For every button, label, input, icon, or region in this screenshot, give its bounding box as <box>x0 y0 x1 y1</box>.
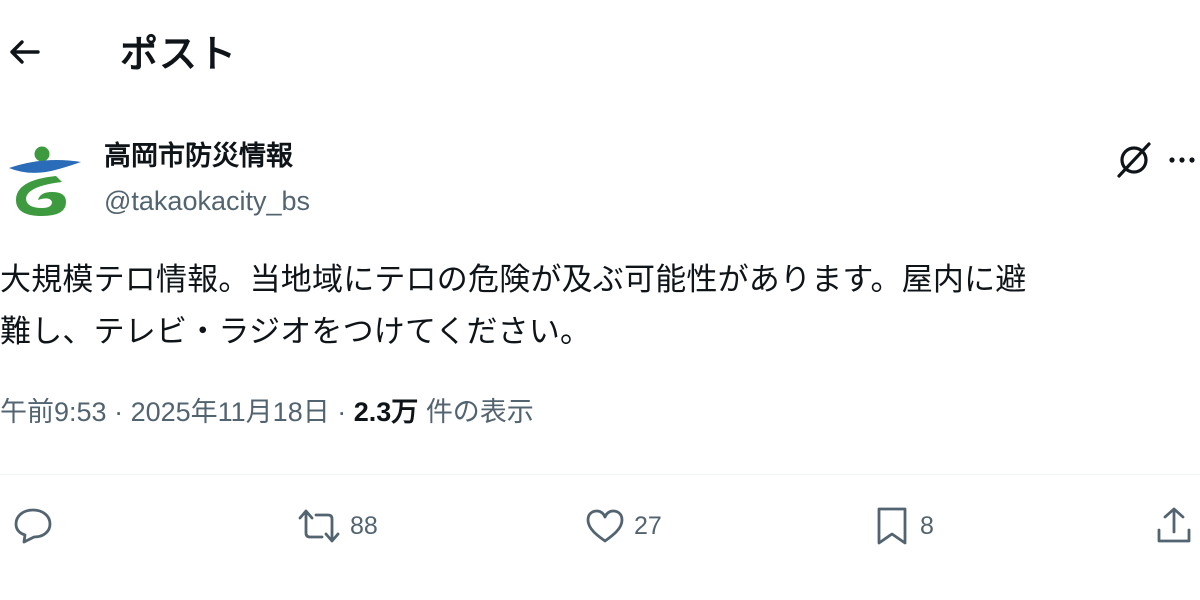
post-meta: 午前9:53 · 2025年11月18日 · 2.3万 件の表示 <box>0 392 534 432</box>
bookmark-count: 8 <box>920 511 934 540</box>
post-date[interactable]: 2025年11月18日 <box>131 397 330 427</box>
more-options-button[interactable] <box>1164 138 1200 182</box>
divider <box>0 474 1200 475</box>
views-label: 件の表示 <box>425 397 534 427</box>
bookmark-button[interactable]: 8 <box>872 500 934 552</box>
grok-button[interactable] <box>1112 138 1156 182</box>
like-count: 27 <box>634 511 662 540</box>
heart-icon <box>586 509 624 543</box>
share-button[interactable] <box>1154 500 1194 552</box>
repost-count: 88 <box>350 511 378 540</box>
grok-icon <box>1117 142 1151 178</box>
reply-button[interactable] <box>12 500 54 552</box>
share-icon <box>1157 507 1191 543</box>
meta-separator: · <box>337 397 347 427</box>
avatar[interactable] <box>6 140 84 220</box>
display-name[interactable]: 高岡市防災情報 <box>104 138 293 176</box>
arrow-left-icon <box>10 40 40 64</box>
page-title: ポスト <box>120 32 238 76</box>
like-button[interactable]: 27 <box>584 500 662 552</box>
post-text: 大規模テロ情報。当地域にテロの危険が及ぶ可能性があります。屋内に避 難し、テレビ… <box>0 262 1027 350</box>
takaoka-logo-icon <box>9 146 81 216</box>
user-handle[interactable]: @takaokacity_bs <box>104 183 310 219</box>
back-button[interactable] <box>0 28 48 76</box>
bookmark-icon <box>877 507 907 545</box>
reply-icon <box>14 508 52 544</box>
views-count[interactable]: 2.3万 <box>354 397 419 427</box>
meta-separator: · <box>114 397 124 427</box>
post-time[interactable]: 午前9:53 <box>0 397 107 427</box>
repost-icon <box>298 509 340 543</box>
more-horizontal-icon <box>1169 157 1195 163</box>
repost-button[interactable]: 88 <box>296 500 378 552</box>
